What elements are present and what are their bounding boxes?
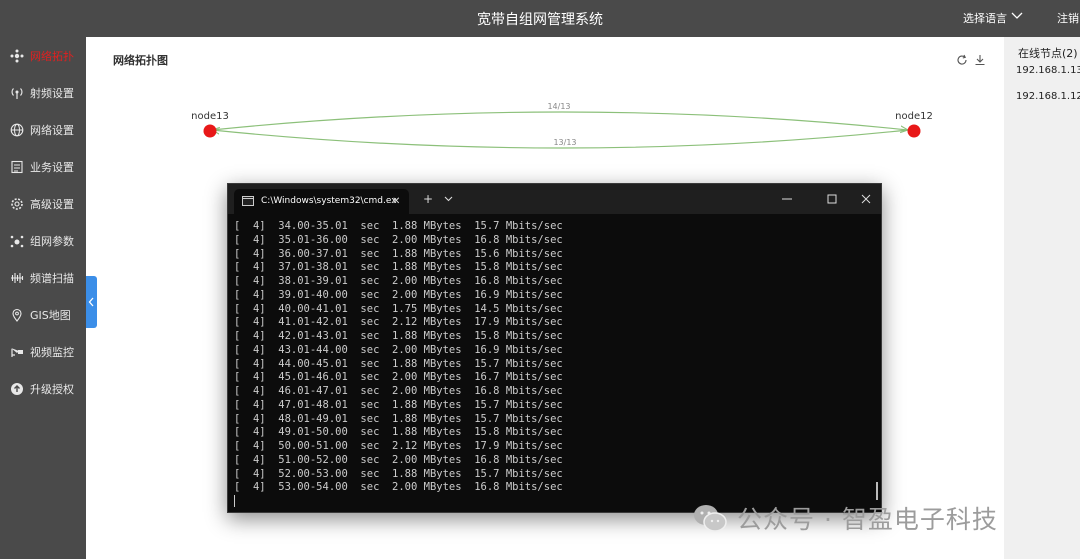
- chevron-down-icon[interactable]: [1011, 9, 1023, 21]
- logout-button[interactable]: 注销: [1057, 10, 1079, 26]
- online-node-ip[interactable]: 192.168.1.13: [1016, 65, 1080, 76]
- terminal-line: [ 4] 53.00-54.00 sec 2.00 MBytes 16.8 Mb…: [234, 481, 563, 494]
- link-label-upper: 14/13: [547, 102, 570, 111]
- online-nodes-title: 在线节点(2): [1018, 47, 1078, 60]
- close-icon[interactable]: [860, 193, 872, 205]
- cmd-tab-title: C:\Windows\system32\cmd.ex: [261, 196, 397, 206]
- sidebar-item-spectrum[interactable]: 频谱扫描: [0, 259, 86, 296]
- sidebar-item-rf[interactable]: 射频设置: [0, 74, 86, 111]
- wechat-icon: [694, 505, 727, 532]
- upgrade-icon: [11, 382, 23, 395]
- sidebar-item-network-params[interactable]: 组网参数: [0, 222, 86, 259]
- sidebar-item-label: 网络拓扑: [30, 49, 74, 63]
- map-pin-icon: [12, 308, 22, 322]
- terminal-line: [ 4] 48.01-49.01 sec 1.88 MBytes 15.7 Mb…: [234, 412, 563, 425]
- terminal-line: [ 4] 38.01-39.01 sec 2.00 MBytes 16.8 Mb…: [234, 275, 563, 287]
- topology-graph: 14/13 13/13 node13 node12: [191, 102, 933, 149]
- antenna-icon: [11, 87, 23, 99]
- terminal-line: [ 4] 41.01-42.01 sec 2.12 MBytes 17.9 Mb…: [234, 316, 563, 329]
- terminal-line: [ 4] 37.01-38.01 sec 1.88 MBytes 15.8 Mb…: [234, 261, 563, 274]
- watermark: 公众号 · 智盈电子科技: [693, 500, 998, 536]
- spectrum-icon: [11, 272, 24, 283]
- terminal-line: [ 4] 43.01-44.00 sec 2.00 MBytes 16.9 Mb…: [234, 343, 563, 356]
- terminal-line: [ 4] 34.00-35.01 sec 1.88 MBytes 15.7 Mb…: [234, 220, 563, 232]
- sidebar-item-label: 升级授权: [30, 382, 74, 396]
- sidebar-item-label: 高级设置: [30, 197, 74, 211]
- text-cursor: [234, 495, 235, 507]
- terminal-line: [ 4] 44.00-45.01 sec 1.88 MBytes 15.7 Mb…: [234, 357, 563, 370]
- sidebar-item-advanced[interactable]: 高级设置: [0, 185, 86, 222]
- sidebar-item-label: 业务设置: [30, 160, 74, 174]
- chevron-left-icon: [88, 297, 94, 307]
- sidebar-item-video[interactable]: 视频监控: [0, 333, 86, 370]
- terminal-output[interactable]: [ 4] 34.00-35.01 sec 1.88 MBytes 15.7 Mb…: [234, 220, 563, 495]
- scrollbar[interactable]: [876, 482, 878, 500]
- online-nodes-panel: 在线节点(2) 192.168.1.13 192.168.1.12: [1004, 37, 1080, 559]
- sidebar-item-service[interactable]: 业务设置: [0, 148, 86, 185]
- cmd-tab-bar: C:\Windows\system32\cmd.ex ✕ +: [228, 184, 881, 214]
- terminal-line: [ 4] 51.00-52.00 sec 2.00 MBytes 16.8 Mb…: [234, 453, 563, 466]
- terminal-line: [ 4] 47.01-48.01 sec 1.88 MBytes 15.7 Mb…: [234, 398, 563, 411]
- terminal-line: [ 4] 36.00-37.01 sec 1.88 MBytes 15.6 Mb…: [234, 247, 563, 260]
- terminal-line: [ 4] 49.01-50.00 sec 1.88 MBytes 15.8 Mb…: [234, 426, 563, 439]
- terminal-line: [ 4] 35.01-36.00 sec 2.00 MBytes 16.8 Mb…: [234, 233, 563, 246]
- topology-node-node13[interactable]: [203, 124, 217, 138]
- terminal-line: [ 4] 42.01-43.01 sec 1.88 MBytes 15.8 Mb…: [234, 330, 563, 342]
- app-title: 宽带自组网管理系统: [477, 12, 603, 28]
- sidebar-item-label: 视频监控: [30, 345, 74, 359]
- terminal-line: [ 4] 39.01-40.00 sec 2.00 MBytes 16.9 Mb…: [234, 288, 563, 301]
- sidebar-item-upgrade[interactable]: 升级授权: [0, 370, 86, 407]
- sidebar-item-label: 组网参数: [30, 234, 74, 248]
- terminal-line: [ 4] 45.01-46.01 sec 2.00 MBytes 16.7 Mb…: [234, 371, 563, 384]
- sidebar-item-label: GIS地图: [30, 308, 71, 322]
- terminal-line: [ 4] 52.00-53.00 sec 1.88 MBytes 15.7 Mb…: [234, 467, 563, 480]
- topology-icon: [10, 49, 24, 62]
- terminal-line: [ 4] 50.00-51.00 sec 2.12 MBytes 17.9 Mb…: [234, 440, 563, 452]
- terminal-line: [ 4] 40.00-41.01 sec 1.75 MBytes 14.5 Mb…: [234, 302, 563, 315]
- watermark-text: 公众号 · 智盈电子科技: [737, 505, 998, 534]
- sidebar-collapse-toggle[interactable]: [86, 276, 97, 328]
- sidebar: 网络拓扑 射频设置 网络设置 业务设置 高级设置 组网参数 频谱扫描 GIS地图…: [0, 37, 86, 559]
- gear-icon: [11, 197, 23, 210]
- network-params-icon: [10, 235, 24, 247]
- cmd-window: C:\Windows\system32\cmd.ex ✕ + [ 4] 34.0…: [227, 183, 882, 513]
- globe-icon: [10, 123, 24, 136]
- sidebar-item-label: 网络设置: [30, 123, 74, 137]
- service-icon: [11, 160, 23, 173]
- sidebar-item-topology[interactable]: 网络拓扑: [0, 37, 86, 74]
- chevron-down-icon[interactable]: [444, 194, 453, 203]
- sidebar-item-gis[interactable]: GIS地图: [0, 296, 86, 333]
- video-icon: [11, 347, 23, 357]
- sidebar-item-network[interactable]: 网络设置: [0, 111, 86, 148]
- sidebar-item-label: 频谱扫描: [30, 271, 74, 285]
- topology-node-node12[interactable]: [907, 124, 921, 138]
- maximize-icon[interactable]: [826, 193, 838, 205]
- language-selector[interactable]: 选择语言: [963, 10, 1007, 26]
- terminal-line: [ 4] 46.01-47.01 sec 2.00 MBytes 16.8 Mb…: [234, 385, 563, 397]
- link-label-lower: 13/13: [553, 138, 576, 147]
- minimize-icon[interactable]: [781, 193, 793, 205]
- node-label-node12: node12: [895, 111, 933, 122]
- top-bar: 宽带自组网管理系统 选择语言 注销: [0, 0, 1080, 37]
- new-tab-icon[interactable]: +: [423, 192, 433, 206]
- terminal-icon: [242, 196, 254, 206]
- topology-link-upper: [211, 111, 908, 130]
- cmd-tab[interactable]: C:\Windows\system32\cmd.ex ✕: [234, 189, 409, 214]
- online-node-ip[interactable]: 192.168.1.12: [1016, 91, 1080, 102]
- node-label-node13: node13: [191, 111, 229, 122]
- tab-close-icon[interactable]: ✕: [392, 196, 400, 207]
- sidebar-item-label: 射频设置: [30, 86, 74, 100]
